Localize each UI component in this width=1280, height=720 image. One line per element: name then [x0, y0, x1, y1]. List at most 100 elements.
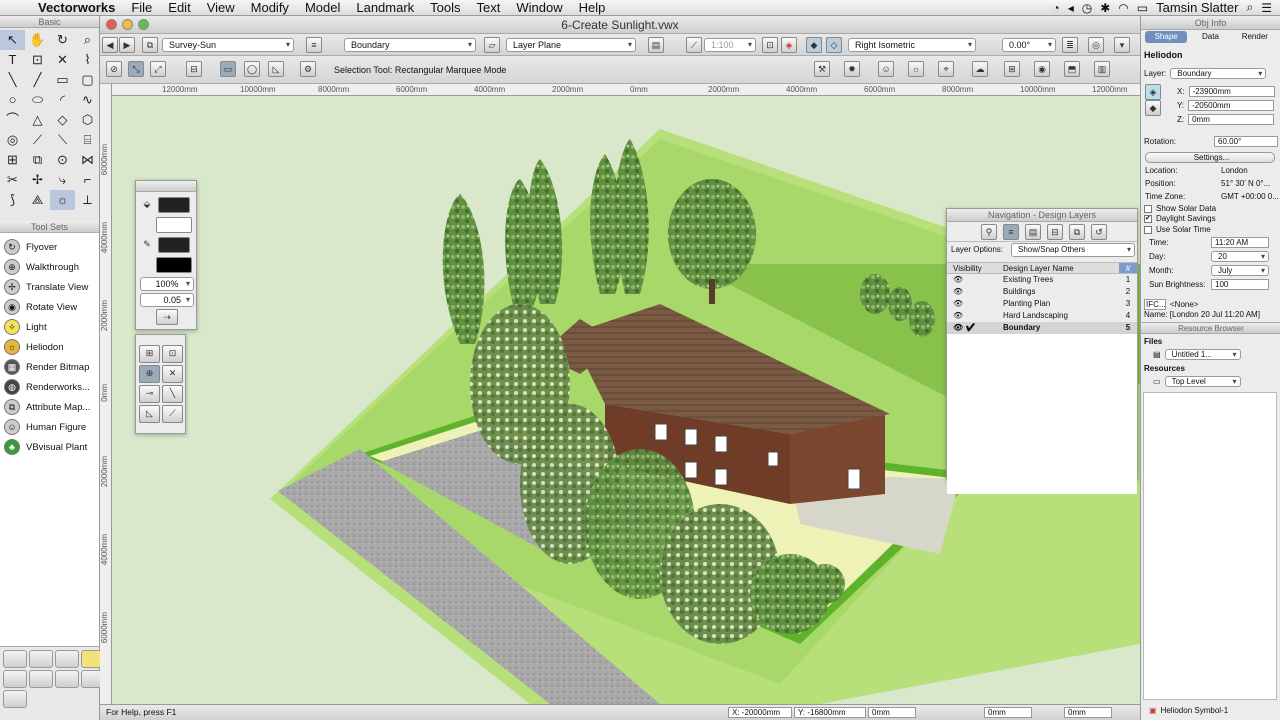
menu-landmark[interactable]: Landmark: [348, 0, 422, 15]
snap-object-icon[interactable]: ⊡: [162, 345, 183, 363]
day-dropdown[interactable]: 20: [1211, 251, 1269, 262]
bluetooth-icon[interactable]: ✱: [1100, 1, 1110, 15]
settings-button[interactable]: Settings...: [1145, 152, 1275, 163]
circle-tool-icon[interactable]: ○: [0, 90, 25, 110]
menu-edit[interactable]: Edit: [160, 0, 198, 15]
fillet-tool-icon[interactable]: ⌐: [75, 170, 100, 190]
arrowhead-icon[interactable]: ⇢: [156, 309, 178, 325]
mirror-tool-icon[interactable]: ⋈: [75, 150, 100, 170]
active-class-dropdown[interactable]: Survey-Sun: [162, 38, 294, 52]
scale-icon[interactable]: ⟋: [686, 37, 702, 53]
visibility-eye-icon[interactable]: 👁: [947, 286, 1003, 298]
layer-row[interactable]: 👁 Existing Trees 1: [947, 274, 1137, 286]
polygon-marquee-icon[interactable]: ◺: [268, 61, 284, 77]
col-layer-name[interactable]: Design Layer Name: [1003, 263, 1119, 273]
fill-icon[interactable]: ⬙: [139, 197, 155, 213]
zoom-tool-icon[interactable]: ⌕: [75, 30, 100, 50]
volume-icon[interactable]: ◂: [1068, 1, 1074, 15]
visibility-eye-icon[interactable]: 👁: [947, 274, 1003, 286]
pen-black-swatch[interactable]: [156, 257, 192, 273]
layer-options-dropdown[interactable]: Show/Snap Others: [1011, 243, 1135, 257]
rectangle-tool-icon[interactable]: ▭: [50, 70, 75, 90]
zoom-fit-icon[interactable]: ⊡: [762, 37, 778, 53]
menu-text[interactable]: Text: [469, 0, 509, 15]
x-field[interactable]: -23900mm: [1188, 86, 1275, 97]
nav-sheets-icon[interactable]: ⊟: [1047, 224, 1063, 240]
regular-polygon-tool-icon[interactable]: ⬡: [75, 110, 100, 130]
nav-refs-icon[interactable]: ⧉: [1069, 224, 1085, 240]
time-field[interactable]: 11:20 AM: [1211, 237, 1269, 248]
anchor-icon[interactable]: ◈: [1145, 84, 1161, 100]
tool-icon-b[interactable]: ✹: [844, 61, 860, 77]
ifc-button[interactable]: IFC...: [1144, 299, 1166, 310]
layer-row-active[interactable]: 👁 ✔ Boundary 5: [947, 322, 1137, 334]
show-solar-data-checkbox[interactable]: [1144, 204, 1152, 213]
z-field[interactable]: 0mm: [1188, 114, 1275, 125]
use-solar-time-checkbox[interactable]: [1144, 225, 1152, 234]
snap-surface-icon[interactable]: ⟋: [162, 405, 183, 423]
symbol-tool-icon[interactable]: ⧉: [25, 150, 50, 170]
toolset-item-flyover[interactable]: ↻ Flyover: [0, 237, 99, 257]
toolset-item-walkthrough[interactable]: ⊕ Walkthrough: [0, 257, 99, 277]
select-mode-2-icon[interactable]: ⤡: [128, 61, 144, 77]
menu-help[interactable]: Help: [571, 0, 614, 15]
nav-symbols-icon[interactable]: ↺: [1091, 224, 1107, 240]
rounded-rect-tool-icon[interactable]: ▢: [75, 70, 100, 90]
standard-view-dropdown[interactable]: Right Isometric: [848, 38, 976, 52]
fill-color-swatch[interactable]: [158, 197, 190, 213]
rectangle-marquee-icon[interactable]: ▭: [220, 61, 236, 77]
menu-window[interactable]: Window: [508, 0, 570, 15]
layer-icon[interactable]: ≡: [306, 37, 322, 53]
menu-tools[interactable]: Tools: [422, 0, 468, 15]
locus-tool-icon[interactable]: ✕: [50, 50, 75, 70]
selection-tool-icon[interactable]: ↖: [0, 30, 25, 50]
line-tool-icon[interactable]: ╲: [0, 70, 25, 90]
toolset-item-rotate-view[interactable]: ◉ Rotate View: [0, 297, 99, 317]
nav-views-icon[interactable]: ▤: [1025, 224, 1041, 240]
select-mode-3-icon[interactable]: ⤢: [150, 61, 166, 77]
search-icon[interactable]: ⌕: [1247, 0, 1254, 15]
menu-view[interactable]: View: [199, 0, 243, 15]
stair-tool-icon[interactable]: ⟋: [25, 130, 50, 150]
snap-tangent-icon[interactable]: ╲: [162, 385, 183, 403]
toolset-item-human-figure[interactable]: ☺ Human Figure: [0, 417, 99, 437]
anchor-icon-2[interactable]: ◆: [1145, 100, 1161, 116]
wifi-icon[interactable]: ◠: [1118, 1, 1128, 15]
wall-tool-icon[interactable]: ⟍: [50, 130, 75, 150]
class-icon[interactable]: ⧉: [142, 37, 158, 53]
files-dropdown[interactable]: Untitled 1...: [1164, 349, 1241, 360]
visibility-eye-icon[interactable]: 👁: [947, 310, 1003, 322]
toolset-custom-icon[interactable]: [3, 690, 27, 708]
snap-grid-icon[interactable]: ⊞: [139, 345, 160, 363]
preferences-icon[interactable]: ⚙: [300, 61, 316, 77]
offset-tool-icon[interactable]: ⟆: [0, 190, 25, 210]
select-mode-1-icon[interactable]: ⊘: [106, 61, 122, 77]
toolset-site-icon[interactable]: [3, 650, 27, 668]
snap-intersection-icon[interactable]: ✕: [162, 365, 183, 383]
callout-tool-icon[interactable]: ⊡: [25, 50, 50, 70]
month-dropdown[interactable]: July: [1211, 265, 1269, 276]
layer-row[interactable]: 👁 Planting Plan 3: [947, 298, 1137, 310]
toolset-annotation-icon[interactable]: [29, 670, 53, 688]
snap-edge-icon[interactable]: ◺: [139, 405, 160, 423]
clip-tool-icon[interactable]: ✂: [0, 170, 25, 190]
visibility-eye-icon[interactable]: 👁 ✔: [947, 322, 1003, 334]
pen-color-swatch[interactable]: [158, 237, 190, 253]
sync-icon[interactable]: ◔: [1052, 1, 1059, 15]
battery-icon[interactable]: ▭: [1137, 1, 1148, 15]
oval-tool-icon[interactable]: ⬭: [25, 90, 50, 110]
active-layer-dropdown[interactable]: Boundary: [344, 38, 476, 52]
polyline-tool-icon[interactable]: ⌒: [0, 110, 25, 130]
rotation-field[interactable]: 60.00°: [1214, 136, 1278, 147]
object-name-field[interactable]: Name: [London 20 Jul 11:20 AM]: [1144, 310, 1260, 319]
toolset-item-render-bitmap[interactable]: ▦ Render Bitmap: [0, 357, 99, 377]
visibility-eye-icon[interactable]: 👁: [947, 298, 1003, 310]
select-mode-4-icon[interactable]: ⊟: [186, 61, 202, 77]
layer-dropdown[interactable]: Boundary: [1170, 68, 1267, 79]
opacity-field[interactable]: 100%: [140, 277, 194, 291]
sun-brightness-field[interactable]: 100: [1211, 279, 1269, 290]
target-tool-icon[interactable]: ⊙: [50, 150, 75, 170]
connect-tool-icon[interactable]: ⟂: [75, 190, 100, 210]
toolset-furniture-icon[interactable]: [3, 670, 27, 688]
layer-plane-dropdown[interactable]: Layer Plane: [506, 38, 636, 52]
